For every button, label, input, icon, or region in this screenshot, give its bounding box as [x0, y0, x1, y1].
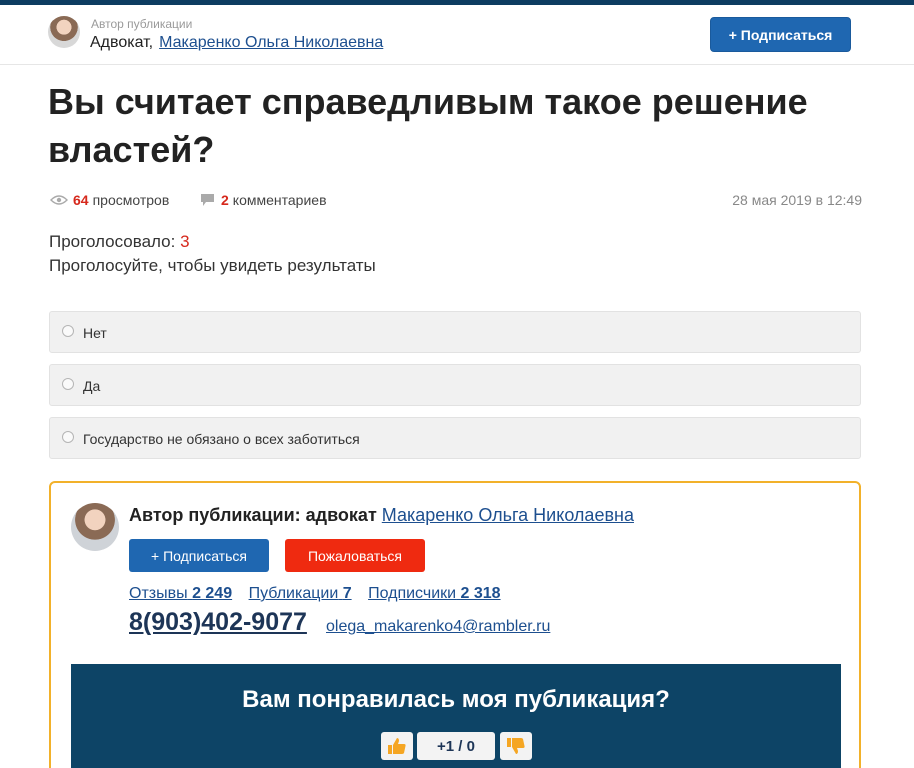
- author-name-link[interactable]: Макаренко Ольга Николаевна: [159, 34, 383, 51]
- dislike-button[interactable]: [500, 732, 532, 760]
- poll-option-label: Нет: [83, 325, 107, 341]
- author-card-avatar[interactable]: [71, 503, 119, 551]
- subscribers-link[interactable]: Подписчики 2 318: [368, 585, 501, 602]
- author-stats-links: Отзывы 2 249 Публикации 7 Подписчики 2 3…: [129, 585, 513, 603]
- subscribe-button[interactable]: + Подписаться: [129, 539, 269, 572]
- views-count: 64: [73, 192, 89, 208]
- voted-label: Проголосовало:: [49, 232, 176, 251]
- poll-option-label: Да: [83, 378, 101, 394]
- author-card: Автор публикации: адвокат Макаренко Ольг…: [49, 481, 861, 768]
- reviews-link[interactable]: Отзывы 2 249: [129, 585, 232, 602]
- radio-button[interactable]: [62, 325, 74, 337]
- report-button[interactable]: Пожаловаться: [285, 539, 425, 572]
- publish-date: 28 мая 2019 в 12:49: [732, 192, 862, 208]
- comments-stat[interactable]: 2 комментариев: [200, 192, 327, 208]
- comment-icon: [201, 194, 214, 206]
- email-link[interactable]: olega_makarenko4@rambler.ru: [326, 618, 550, 636]
- thumbs-up-icon: [388, 738, 406, 754]
- author-card-name-link[interactable]: Макаренко Ольга Николаевна: [382, 505, 634, 525]
- poll-option[interactable]: Государство не обязано о всех заботиться: [49, 417, 861, 459]
- vote-hint: Проголосуйте, чтобы увидеть результаты: [49, 256, 376, 275]
- poll-option-label: Государство не обязано о всех заботиться: [83, 431, 360, 447]
- voted-count: 3: [180, 232, 190, 251]
- author-role: Адвокат,: [90, 34, 154, 51]
- article-stats: 64 просмотров 2 комментариев 28 мая 2019…: [50, 192, 862, 210]
- author-meta-label: Автор публикации: [91, 17, 193, 31]
- vote-score: +1 / 0: [417, 732, 495, 760]
- views-stat: 64 просмотров: [50, 192, 169, 208]
- comments-count: 2: [221, 192, 229, 208]
- author-card-prefix: Автор публикации: адвокат: [129, 505, 377, 525]
- thumbs-down-icon: [507, 738, 525, 754]
- author-card-title: Автор публикации: адвокат Макаренко Ольг…: [129, 505, 634, 526]
- author-line: Адвокат, Макаренко Ольга Николаевна: [90, 34, 383, 52]
- publications-link[interactable]: Публикации 7: [249, 585, 352, 602]
- views-label: просмотров: [92, 192, 170, 208]
- poll-option[interactable]: Нет: [49, 311, 861, 353]
- poll-option[interactable]: Да: [49, 364, 861, 406]
- like-question: Вам понравилась моя публикация?: [242, 686, 670, 713]
- radio-button[interactable]: [62, 378, 74, 390]
- phone-link[interactable]: 8(903)402-9077: [129, 608, 307, 637]
- like-button[interactable]: [381, 732, 413, 760]
- radio-button[interactable]: [62, 431, 74, 443]
- author-header: Автор публикации Адвокат, Макаренко Ольга…: [0, 5, 914, 65]
- like-panel: Вам понравилась моя публикация? +1 / 0: [71, 664, 841, 768]
- eye-icon: [50, 195, 68, 205]
- article-title: Вы считает справедливым такое решение вл…: [48, 81, 808, 170]
- subscribe-button-header[interactable]: + Подписаться: [710, 17, 851, 52]
- voted-line: Проголосовало: 3: [49, 232, 190, 252]
- comments-label: комментариев: [232, 192, 327, 208]
- author-avatar[interactable]: [48, 16, 80, 48]
